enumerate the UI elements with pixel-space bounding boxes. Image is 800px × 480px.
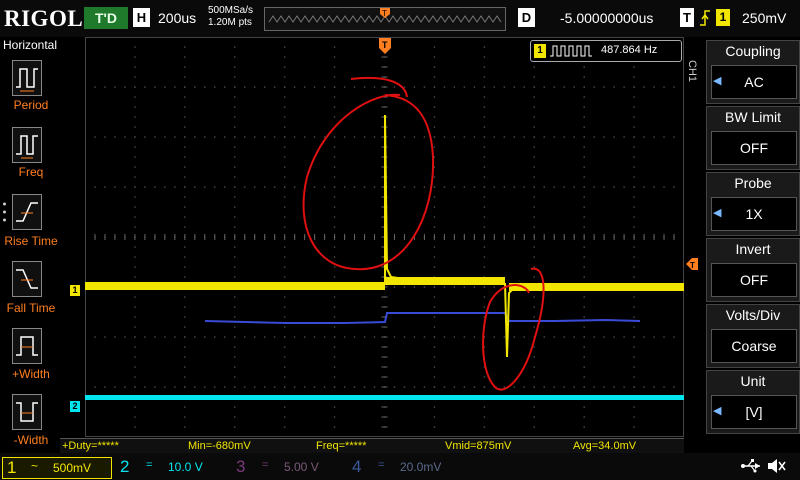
coupling-label: Coupling (725, 43, 781, 59)
square-wave-icon (550, 45, 592, 57)
measurement-freq[interactable]: Freq=***** (316, 440, 366, 452)
ch4-coupling-icon: = (378, 459, 385, 471)
rise-time-button[interactable] (12, 194, 42, 230)
svg-text:T: T (382, 40, 388, 50)
ch2-number: 2 (120, 457, 130, 476)
sample-rate: 500MSa/s (208, 5, 254, 16)
positive-width-label: +Width (12, 367, 50, 381)
left-menu-title: Horizontal (3, 38, 58, 52)
rising-edge-icon (700, 10, 710, 26)
coupling-arrow-icon: ◀ (713, 75, 722, 87)
measurement-min[interactable]: Min=-680mV (188, 440, 251, 452)
negative-width-button[interactable] (12, 394, 42, 430)
unit-menu[interactable]: Unit [V] ◀ (706, 370, 800, 434)
brand-logo: RIGOL (4, 6, 84, 31)
ch4-number: 4 (352, 457, 362, 476)
ch2-coupling-icon: = (146, 459, 153, 471)
coupling-value[interactable]: AC (711, 65, 797, 99)
frequency-value: 487.864 Hz (601, 44, 658, 56)
volts-div-menu[interactable]: Volts/Div Coarse (706, 304, 800, 368)
measurement-positive-duty[interactable]: +Duty=***** (62, 440, 119, 452)
negative-width-label: -Width (13, 433, 49, 447)
coupling-menu[interactable]: Coupling AC ◀ (706, 40, 800, 104)
period-label: Period (13, 98, 49, 112)
fall-time-icon (16, 269, 38, 289)
rise-time-label: Rise Time (4, 234, 58, 248)
waveform-display[interactable] (85, 37, 684, 437)
memory-position-bar[interactable]: T (264, 7, 506, 31)
unit-arrow-icon: ◀ (713, 405, 722, 417)
trigger-level-icon: T (686, 258, 698, 270)
ch1-number: 1 (7, 458, 17, 477)
ch2-status[interactable]: 2 = 10.0 V (116, 457, 226, 477)
speaker-muted-icon[interactable] (766, 457, 786, 475)
acquisition-info: 500MSa/s 1.20M pts (208, 5, 253, 29)
unit-label: Unit (740, 373, 766, 389)
ch2-trace (85, 395, 684, 400)
invert-label: Invert (735, 241, 771, 257)
freq-label: Freq (18, 165, 44, 179)
frequency-channel: 1 (534, 44, 546, 58)
measurement-avg[interactable]: Avg=34.0mV (573, 440, 636, 452)
ch4-status[interactable]: 4 = 20.0mV (348, 457, 458, 477)
bw-limit-menu[interactable]: BW Limit OFF (706, 106, 800, 170)
unit-value[interactable]: [V] (711, 395, 797, 429)
svg-text:T: T (690, 261, 695, 270)
probe-value[interactable]: 1X (711, 197, 797, 231)
left-menu-scroll-icon[interactable] (2, 200, 7, 224)
trigger-position-icon: T (379, 38, 391, 54)
volts-div-value[interactable]: Coarse (711, 329, 797, 363)
ch1-coupling-icon: ~ (31, 459, 39, 473)
ch2-offset-marker[interactable]: 2 (70, 401, 80, 412)
invert-menu[interactable]: Invert OFF (706, 238, 800, 302)
trigger-status-badge: T'D (84, 7, 128, 29)
ch1-status[interactable]: 1 ~ 500mV (2, 457, 112, 479)
period-icon (16, 68, 38, 92)
measurement-vmid[interactable]: Vmid=875mV (445, 440, 511, 452)
memory-depth: 1.20M pts (208, 17, 252, 28)
memory-waveform-icon: T (268, 8, 502, 23)
positive-width-button[interactable] (12, 328, 42, 364)
probe-menu[interactable]: Probe 1X ◀ (706, 172, 800, 236)
annotation-circle-rising-spike (302, 76, 435, 271)
usb-icon (741, 459, 760, 473)
trigger-source-badge: 1 (716, 9, 730, 26)
timebase-value[interactable]: 200us (158, 10, 196, 26)
rise-time-icon (16, 202, 38, 222)
ch2-scale: 10.0 V (168, 460, 203, 474)
frequency-counter-badge: 1 487.864 Hz (530, 40, 682, 62)
fall-time-label: Fall Time (6, 301, 56, 315)
probe-label: Probe (734, 175, 772, 191)
invert-value[interactable]: OFF (711, 263, 797, 297)
horizontal-label: H (133, 8, 150, 27)
ch3-status[interactable]: 3 = 5.00 V (232, 457, 342, 477)
volts-div-label: Volts/Div (725, 307, 781, 323)
measurement-bar: +Duty=***** Min=-680mV Freq=***** Vmid=8… (60, 438, 684, 453)
fall-time-button[interactable] (12, 261, 42, 297)
svg-text:T: T (382, 9, 387, 18)
freq-icon (16, 135, 38, 159)
trigger-label: T (680, 8, 694, 27)
ch1-scale: 500mV (53, 461, 92, 475)
ch4-scale: 20.0mV (400, 460, 442, 474)
reference-trace (204, 312, 641, 324)
ch3-scale: 5.00 V (284, 460, 319, 474)
ch3-number: 3 (236, 457, 246, 476)
probe-arrow-icon: ◀ (713, 207, 722, 219)
bw-limit-label: BW Limit (725, 109, 781, 125)
negative-width-icon (16, 402, 38, 422)
bw-limit-value[interactable]: OFF (711, 131, 797, 165)
ch3-coupling-icon: = (262, 459, 269, 471)
period-button[interactable] (12, 60, 42, 96)
delay-value[interactable]: -5.00000000us (560, 10, 653, 26)
ch1-offset-marker[interactable]: 1 (70, 285, 80, 296)
right-menu-title: CH1 (686, 60, 698, 83)
delay-label: D (518, 8, 535, 27)
freq-button[interactable] (12, 127, 42, 163)
trigger-level-value[interactable]: 250mV (742, 10, 786, 26)
positive-width-icon (16, 336, 38, 356)
